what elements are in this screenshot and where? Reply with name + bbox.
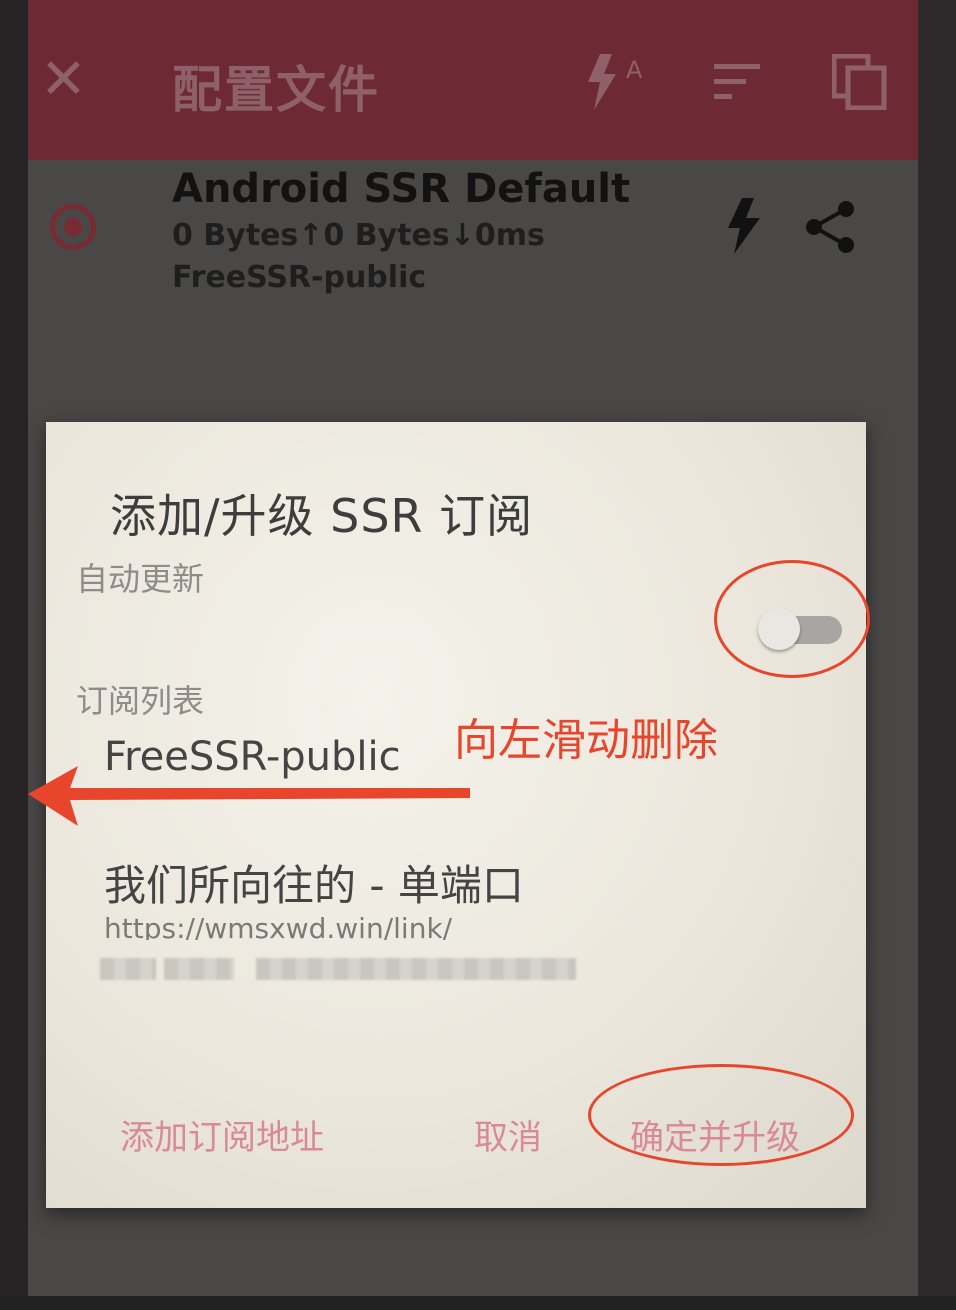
cancel-button[interactable]: 取消	[474, 1110, 542, 1159]
profile-radio-selected[interactable]	[50, 204, 96, 250]
subscription-list-label: 订阅列表	[76, 682, 205, 720]
app-toolbar: ✕ 配置文件 A	[28, 0, 918, 160]
left-edge	[0, 0, 28, 1310]
subscription-url: https://wmsxwd.win/link/	[104, 912, 453, 940]
redacted-text	[256, 958, 576, 980]
profile-row[interactable]: Android SSR Default 0 Bytes↑0 Bytes↓0ms …	[28, 160, 918, 310]
share-icon[interactable]	[804, 200, 856, 258]
copy-icon[interactable]	[831, 53, 888, 114]
svg-text:A: A	[626, 56, 643, 84]
annotation-circle-confirm	[588, 1064, 854, 1166]
test-latency-icon[interactable]: A	[584, 52, 654, 116]
bottom-edge	[0, 1296, 956, 1310]
dialog-title: 添加/升级 SSR 订阅	[110, 489, 534, 543]
right-edge	[918, 0, 956, 1310]
annotation-circle-toggle	[714, 560, 870, 678]
profile-stats: 0 Bytes↑0 Bytes↓0ms	[172, 218, 545, 253]
add-subscription-button[interactable]: 添加订阅地址	[120, 1110, 324, 1159]
annotation-arrow-left-icon	[28, 766, 470, 826]
redacted-text	[100, 958, 156, 980]
toolbar-title: 配置文件	[172, 61, 380, 119]
auto-update-label: 自动更新	[76, 560, 205, 598]
bolt-icon[interactable]	[728, 198, 762, 258]
close-icon[interactable]: ✕	[40, 52, 87, 108]
annotation-swipe-hint: 向左滑动删除	[454, 715, 718, 766]
redacted-text	[164, 958, 234, 980]
subscription-item[interactable]: 我们所向往的 - 单端口	[104, 852, 524, 913]
sort-icon[interactable]	[714, 62, 764, 106]
profile-name: Android SSR Default	[172, 166, 631, 212]
profile-group: FreeSSR-public	[172, 260, 427, 295]
